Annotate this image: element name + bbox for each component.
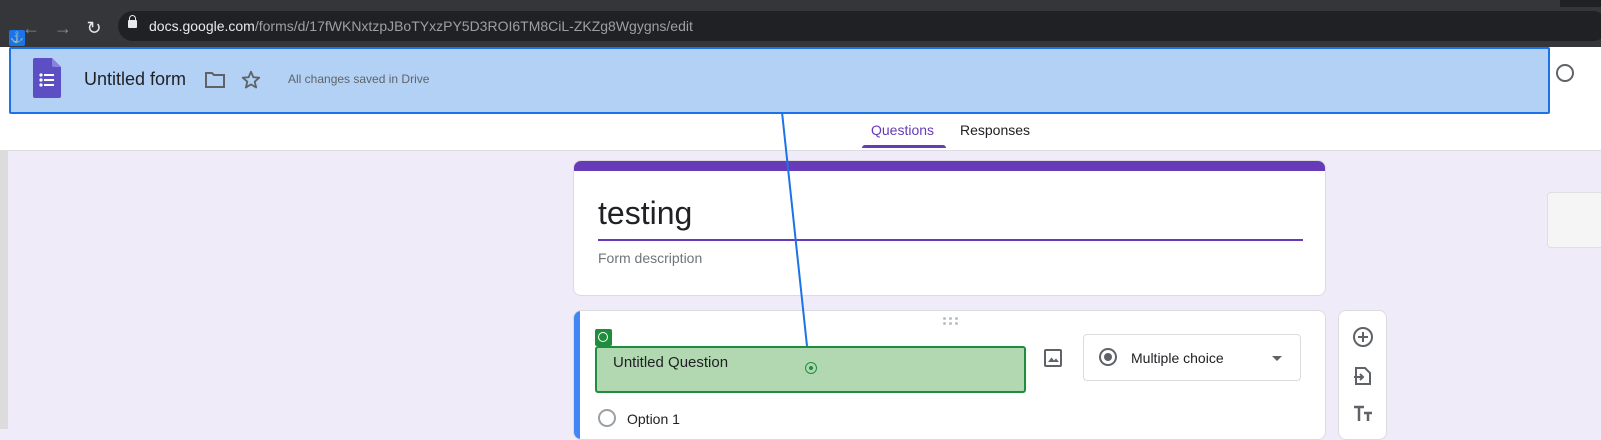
active-tab-indicator <box>862 145 946 148</box>
save-status: All changes saved in Drive <box>288 72 430 86</box>
folder-icon[interactable] <box>204 71 226 89</box>
url-text[interactable]: docs.google.com/forms/d/17fWKNxtzpJBoTYx… <box>149 18 693 34</box>
forward-icon[interactable]: → <box>54 19 72 37</box>
drag-handle-icon[interactable] <box>943 317 959 327</box>
floating-toolbar <box>1338 310 1387 440</box>
form-title-input[interactable]: testing <box>598 195 692 232</box>
address-bar[interactable]: docs.google.com/forms/d/17fWKNxtzpJBoTYx… <box>118 11 1601 41</box>
import-questions-icon[interactable] <box>1352 365 1374 387</box>
active-card-indicator <box>574 311 580 439</box>
reload-icon[interactable]: ↻ <box>85 19 103 37</box>
question-title-text: Untitled Question <box>613 354 729 371</box>
radio-button-icon <box>1099 348 1117 366</box>
browser-tab[interactable] <box>0 0 1560 7</box>
left-edge <box>0 150 8 429</box>
target-icon <box>805 362 817 374</box>
star-icon[interactable] <box>240 69 262 91</box>
url-path: /forms/d/17fWKNxtzpJBoTYxzPY5D3ROI6TM8Ci… <box>254 18 693 34</box>
question-card[interactable]: Untitled Question Multiple choice Option… <box>573 310 1326 440</box>
side-widget <box>1547 192 1601 248</box>
form-doc-title[interactable]: Untitled form <box>84 69 186 90</box>
tab-responses[interactable]: Responses <box>960 122 1030 138</box>
option-radio-icon <box>598 409 616 427</box>
url-host: docs.google.com <box>149 18 255 34</box>
accent-bar <box>574 161 1325 171</box>
option-label[interactable]: Option 1 <box>627 411 680 427</box>
chevron-down-icon <box>1272 356 1282 361</box>
add-image-icon[interactable] <box>1044 349 1062 367</box>
form-description-input[interactable]: Form description <box>598 250 702 266</box>
palette-icon[interactable] <box>1556 64 1574 82</box>
question-type-label: Multiple choice <box>1131 350 1224 366</box>
anchor-icon: ⚓ <box>9 30 25 46</box>
form-title-card: testing Form description <box>573 160 1326 296</box>
question-type-dropdown[interactable]: Multiple choice <box>1083 334 1301 381</box>
title-underline <box>598 239 1303 241</box>
tab-questions[interactable]: Questions <box>871 122 934 138</box>
add-title-icon[interactable] <box>1352 403 1374 425</box>
question-title-input[interactable]: Untitled Question <box>595 346 1026 393</box>
google-forms-icon[interactable] <box>33 58 61 98</box>
add-question-icon[interactable] <box>1352 326 1374 348</box>
target-badge-icon <box>595 329 612 346</box>
browser-toolbar: ← → ↻ docs.google.com/forms/d/17fWKNxtzp… <box>0 7 1601 47</box>
lock-icon[interactable] <box>128 15 137 28</box>
